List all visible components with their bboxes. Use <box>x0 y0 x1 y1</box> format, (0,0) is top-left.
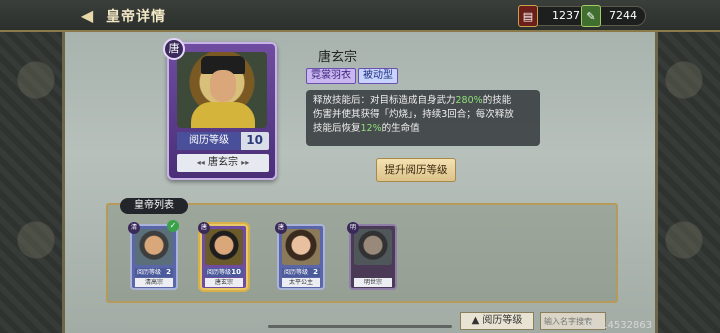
roster-portrait <box>354 229 392 265</box>
roster-portrait <box>135 229 173 265</box>
hero-level-row: 阅历等级 10 <box>177 132 269 150</box>
currency-scroll-value: 7244 <box>609 9 637 22</box>
check-icon: ✓ <box>167 220 179 232</box>
roster-card[interactable]: 清 阅历等级 2 清高宗 <box>128 222 178 290</box>
hero-name: 唐玄宗 <box>318 50 358 65</box>
roster-portrait <box>205 229 243 265</box>
roster-portrait <box>282 229 320 265</box>
roster-title: 皇帝列表 <box>120 198 188 214</box>
roster-name: 唐玄宗 <box>205 278 243 287</box>
skill-description: 释放技能后：对目标造成自身武力280%的技能 伤害并使其获得「灼烧」，持续3回合… <box>306 90 540 146</box>
user-id: ID: 14532863 <box>584 320 653 331</box>
skill-text: 的技能 <box>482 95 512 106</box>
hero-portrait <box>177 52 267 128</box>
upgrade-level-button[interactable]: 提升阅历等级 <box>376 158 456 182</box>
hero-card: 唐 阅历等级 10 ◂◂ 唐玄宗 ▸▸ <box>163 38 277 180</box>
home-indicator <box>268 325 452 328</box>
currency-book-value: 1237 <box>552 9 580 22</box>
dynasty-badge: 唐 <box>163 38 185 60</box>
roster-name: 太平公主 <box>282 278 320 287</box>
dynasty-badge: 唐 <box>198 222 210 234</box>
roster-level: 阅历等级 10 <box>205 268 243 277</box>
right-decorative-border <box>648 0 720 333</box>
left-arrows-icon: ◂◂ <box>196 158 205 167</box>
roster-card[interactable]: 唐 阅历等级 2 太平公主 <box>275 222 325 290</box>
book-icon: ▤ <box>518 5 538 27</box>
page-title: 皇帝详情 <box>106 9 166 25</box>
currency-scroll: ✎ 7244 <box>581 5 646 27</box>
right-arrows-icon: ▸▸ <box>241 158 250 167</box>
hero-card-name: 唐玄宗 <box>208 157 238 168</box>
roster-card-selected[interactable]: 唐 阅历等级 10 唐玄宗 <box>198 222 248 290</box>
roster-level: 阅历等级 2 <box>282 268 320 277</box>
sort-button[interactable]: ▲ 阅历等级 <box>460 312 534 330</box>
dynasty-badge: 唐 <box>275 222 287 234</box>
currency-book: ▤ 1237 <box>518 5 589 27</box>
hero-level-label: 阅历等级 <box>177 132 241 150</box>
type-tag: 被动型 <box>358 68 398 84</box>
skill-text: 伤害并使其获得「灼烧」，持续3回合；每次释放 <box>313 109 514 120</box>
back-arrow-icon[interactable]: ◀ <box>76 7 98 25</box>
hero-level-value: 10 <box>246 133 263 147</box>
skill-text: 释放技能后：对目标造成自身武力 <box>313 95 456 106</box>
roster-card-locked[interactable]: 明 明世宗 <box>347 222 397 290</box>
skill-heal-pct: 12% <box>360 123 382 134</box>
roster-name: 明世宗 <box>354 278 392 287</box>
top-bar: ◀ 皇帝详情 ▤ 1237 ✎ 7244 <box>0 0 720 32</box>
roster-level: 阅历等级 2 <box>135 268 173 277</box>
dynasty-badge: 清 <box>128 222 140 234</box>
scroll-icon: ✎ <box>581 5 601 27</box>
roster-name: 清高宗 <box>135 278 173 287</box>
skill-text: 技能后恢复 <box>313 123 361 134</box>
dynasty-badge: 明 <box>347 222 359 234</box>
skill-text: 的生命值 <box>381 123 420 134</box>
hero-name-row: ◂◂ 唐玄宗 ▸▸ <box>177 154 269 172</box>
skill-damage-pct: 280% <box>455 95 483 106</box>
skill-tag: 霓裳羽衣 <box>306 68 356 84</box>
